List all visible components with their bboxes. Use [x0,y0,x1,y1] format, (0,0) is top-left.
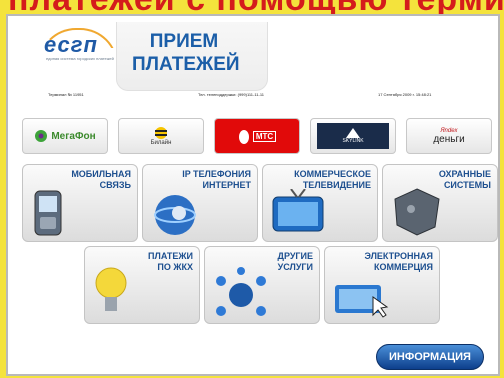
terminal-screen: есгп единая система городских платежей П… [6,14,500,376]
mts-egg-icon [238,130,249,144]
logo: есгп единая система городских платежей [36,24,120,70]
info-button[interactable]: ИНФОРМАЦИЯ [376,344,484,370]
categories-row-2: ПЛАТЕЖИ ПО ЖКХ ДРУГИЕ УСЛУГИ ЭЛЕКТРОННАЯ… [84,246,444,324]
tv-icon [272,189,324,232]
operator-label: МТС [252,130,277,142]
info-bar: Терминал № 11951 Тел. телеподдержки: (99… [48,92,488,102]
category-mobile-button[interactable]: МОБИЛЬНАЯ СВЯЗЬ [22,164,138,242]
beeline-icon [155,127,167,139]
operator-money-button[interactable]: Яndex деньги [406,118,492,154]
operator-beeline-button[interactable]: Билайн [118,118,204,154]
category-tv-button[interactable]: КОММЕРЧЕСКОЕ ТЕЛЕВИДЕНИЕ [262,164,378,242]
operator-megafon-button[interactable]: МегаФон [22,118,108,154]
category-housing-button[interactable]: ПЛАТЕЖИ ПО ЖКХ [84,246,200,324]
operator-label: Билайн [150,140,172,146]
ecommerce-cursor-icon [335,285,389,318]
lightbulb-icon [95,267,127,311]
operator-label: МегаФон [51,130,96,142]
category-security-button[interactable]: ОХРАННЫЕ СИСТЕМЫ [382,164,498,242]
categories-row-1: МОБИЛЬНАЯ СВЯЗЬ IP ТЕЛЕФОНИЯ ИНТЕРНЕТ КО… [22,164,498,242]
category-label: ПЛАТЕЖИ ПО ЖКХ [148,251,193,272]
category-label: ОХРАННЫЕ СИСТЕМЫ [438,169,491,190]
category-label: МОБИЛЬНАЯ СВЯЗЬ [71,169,131,190]
category-other-button[interactable]: ДРУГИЕ УСЛУГИ [204,246,320,324]
logo-subtitle: единая система городских платежей [46,56,114,61]
mobile-phone-icon [34,190,62,236]
operator-label: SKYLINK [342,138,364,144]
terminal-number: Терминал № 11951 [48,92,84,97]
skylink-logo: SKYLINK [317,123,389,149]
page-title: ПРИЕМ ПЛАТЕЖЕЙ [132,30,240,76]
right-border [500,14,504,378]
operator-label: деньги [433,133,465,145]
globe-phone-icon [154,195,196,235]
operator-skylink-button[interactable]: SKYLINK [310,118,396,154]
category-label: ДРУГИЕ УСЛУГИ [277,251,313,272]
title-line-1: ПРИЕМ [149,31,219,52]
hotline-phone: Тел. телеподдержки: (999)111-11-11 [198,92,264,97]
category-label: ЭЛЕКТРОННАЯ КОММЕРЦИЯ [364,251,433,272]
shield-icon [394,188,440,236]
network-icon [216,267,266,316]
megafon-icon [35,130,48,142]
category-label: КОММЕРЧЕСКОЕ ТЕЛЕВИДЕНИЕ [294,169,371,190]
operator-mts-button[interactable]: МТС [214,118,300,154]
logo-text: есгп [44,32,98,57]
date-time: 17 Сентября 2009 г. 15:48:21 [378,92,432,97]
skylink-icon [346,128,360,138]
mts-logo: МТС [215,119,299,153]
title-line-2: ПЛАТЕЖЕЙ [132,54,240,75]
category-ecommerce-button[interactable]: ЭЛЕКТРОННАЯ КОММЕРЦИЯ [324,246,440,324]
category-ip-telephony-button[interactable]: IP ТЕЛЕФОНИЯ ИНТЕРНЕТ [142,164,258,242]
operators-row: МегаФон Билайн МТС SKYLINK Яndex деньги [22,118,492,158]
